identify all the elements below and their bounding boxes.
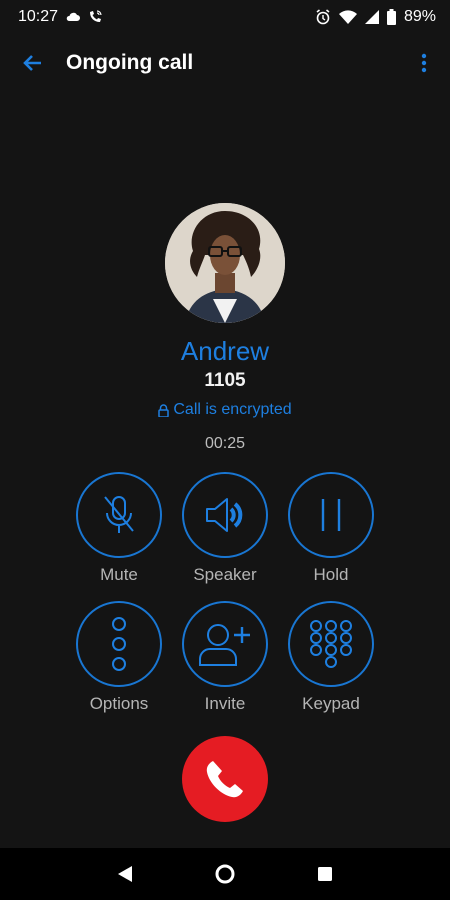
system-nav-bar: [0, 848, 450, 900]
alarm-icon: [316, 9, 330, 25]
speaker-ring[interactable]: [182, 472, 268, 558]
caller-number: 1105: [204, 370, 246, 391]
hold-ring[interactable]: [288, 472, 374, 558]
nav-home-icon: [215, 864, 235, 884]
call-duration: 00:25: [204, 435, 246, 452]
encryption-status: Call is encrypted: [0, 401, 450, 419]
status-right: 89%: [315, 8, 436, 26]
phone-wifi-icon: [90, 10, 102, 22]
status-bar: 10:27 89%: [0, 0, 450, 34]
back-button[interactable]: [12, 43, 52, 83]
page-title: Ongoing call: [66, 51, 194, 74]
person-add-icon: [199, 624, 250, 666]
battery-icon: [386, 9, 396, 25]
status-left: 10:27: [18, 8, 102, 26]
nav-recents-icon: [318, 867, 332, 881]
nav-home-button[interactable]: [205, 854, 245, 894]
status-time: 10:27: [18, 8, 59, 25]
hold-button[interactable]: Hold: [281, 472, 381, 585]
nav-back-button[interactable]: [105, 854, 145, 894]
keypad-label: Keypad: [302, 694, 360, 713]
nav-back-icon: [118, 866, 132, 882]
pause-icon: [321, 499, 341, 531]
options-label: Options: [89, 694, 149, 713]
invite-ring[interactable]: [182, 601, 268, 687]
more-vert-circle-icon: [112, 617, 126, 671]
avatar: [165, 203, 285, 323]
mute-label: Mute: [100, 565, 138, 584]
signal-icon: [364, 10, 379, 24]
invite-label: Invite: [204, 694, 246, 713]
end-call-button[interactable]: [182, 736, 268, 822]
more-options-button[interactable]: [412, 43, 436, 83]
speaker-button[interactable]: Speaker: [175, 472, 275, 585]
caller-photo: [165, 203, 285, 323]
cloud-icon: [66, 12, 81, 21]
hold-label: Hold: [313, 565, 349, 584]
speaker-label: Speaker: [193, 565, 257, 584]
battery-percent: 89%: [403, 8, 436, 25]
dialpad-icon: [310, 620, 352, 668]
back-arrow-icon: [23, 55, 41, 71]
more-vert-icon: [421, 53, 427, 73]
keypad-button[interactable]: Keypad: [281, 601, 381, 714]
mute-button[interactable]: Mute: [69, 472, 169, 585]
options-ring[interactable]: [76, 601, 162, 687]
caller-name: Andrew: [180, 336, 270, 366]
mute-ring[interactable]: [76, 472, 162, 558]
wifi-icon: [338, 10, 357, 24]
nav-recents-button[interactable]: [305, 854, 345, 894]
speaker-icon: [206, 498, 243, 532]
encryption-text: Call is encrypted: [173, 401, 292, 418]
mic-off-icon: [104, 496, 134, 533]
invite-button[interactable]: Invite: [175, 601, 275, 714]
lock-icon: [158, 403, 170, 417]
app-bar: Ongoing call: [0, 34, 450, 92]
options-button[interactable]: Options: [69, 601, 169, 714]
phone-hangup-icon: [206, 761, 243, 798]
keypad-ring[interactable]: [288, 601, 374, 687]
